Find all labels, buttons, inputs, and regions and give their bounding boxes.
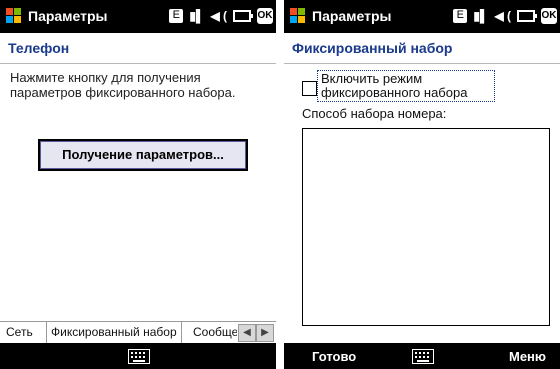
tab-network[interactable]: Сеть [6, 322, 33, 343]
chevron-left-icon[interactable]: ◀ [238, 324, 256, 342]
phone-screen-fixed-dialing: Параметры E ▮▌ ◀ ( OK Фиксированный набо… [284, 0, 560, 369]
instruction-text: Нажмите кнопку для получения параметров … [10, 70, 236, 100]
title-bar: Параметры E ▮▌ ◀ ( OK [0, 0, 276, 33]
done-softkey[interactable]: Готово [312, 349, 356, 364]
enable-fixed-dialing-checkbox[interactable] [302, 81, 317, 96]
page-title: Телефон [8, 40, 70, 56]
checkbox-label: Включить режим фиксированного набора [317, 70, 495, 102]
ok-button[interactable]: OK [257, 8, 273, 24]
page-title: Фиксированный набор [292, 40, 453, 56]
soft-key-bar: Готово Меню [284, 343, 560, 369]
status-tray: E ▮▌ ◀ ( OK [169, 7, 273, 25]
dial-mode-list[interactable] [302, 128, 550, 326]
tab-bar: Сеть Фиксированный набор Сообще ◀ ▶ [0, 321, 276, 344]
keyboard-icon[interactable] [412, 349, 434, 364]
ok-button[interactable]: OK [541, 8, 557, 24]
phone-screen-telephone: Параметры E ▮▌ ◀ ( OK Телефон Нажмите кн… [0, 0, 276, 369]
edge-icon: E [169, 9, 184, 23]
signal-icon[interactable]: ▮▌ [189, 9, 204, 23]
tab-messages[interactable]: Сообще [193, 322, 237, 343]
windows-start-icon[interactable] [6, 8, 22, 24]
get-settings-button[interactable]: Получение параметров... [38, 139, 248, 171]
battery-icon[interactable] [517, 10, 537, 22]
edge-icon: E [453, 9, 468, 23]
speaker-icon[interactable]: ◀ ( [210, 9, 227, 23]
windows-start-icon[interactable] [290, 8, 306, 24]
battery-icon[interactable] [233, 10, 253, 22]
chevron-right-icon[interactable]: ▶ [256, 324, 274, 342]
app-title: Параметры [312, 8, 392, 24]
title-bar: Параметры E ▮▌ ◀ ( OK [284, 0, 560, 33]
dial-mode-label: Способ набора номера: [302, 106, 447, 121]
signal-icon[interactable]: ▮▌ [473, 9, 488, 23]
keyboard-icon[interactable] [128, 349, 150, 364]
speaker-icon[interactable]: ◀ ( [494, 9, 511, 23]
app-title: Параметры [28, 8, 108, 24]
page-header: Фиксированный набор [284, 33, 560, 64]
soft-key-bar [0, 343, 276, 369]
status-tray: E ▮▌ ◀ ( OK [453, 7, 557, 25]
tab-fixed-dialing[interactable]: Фиксированный набор [46, 322, 182, 344]
menu-softkey[interactable]: Меню [509, 349, 546, 364]
page-header: Телефон [0, 33, 276, 64]
